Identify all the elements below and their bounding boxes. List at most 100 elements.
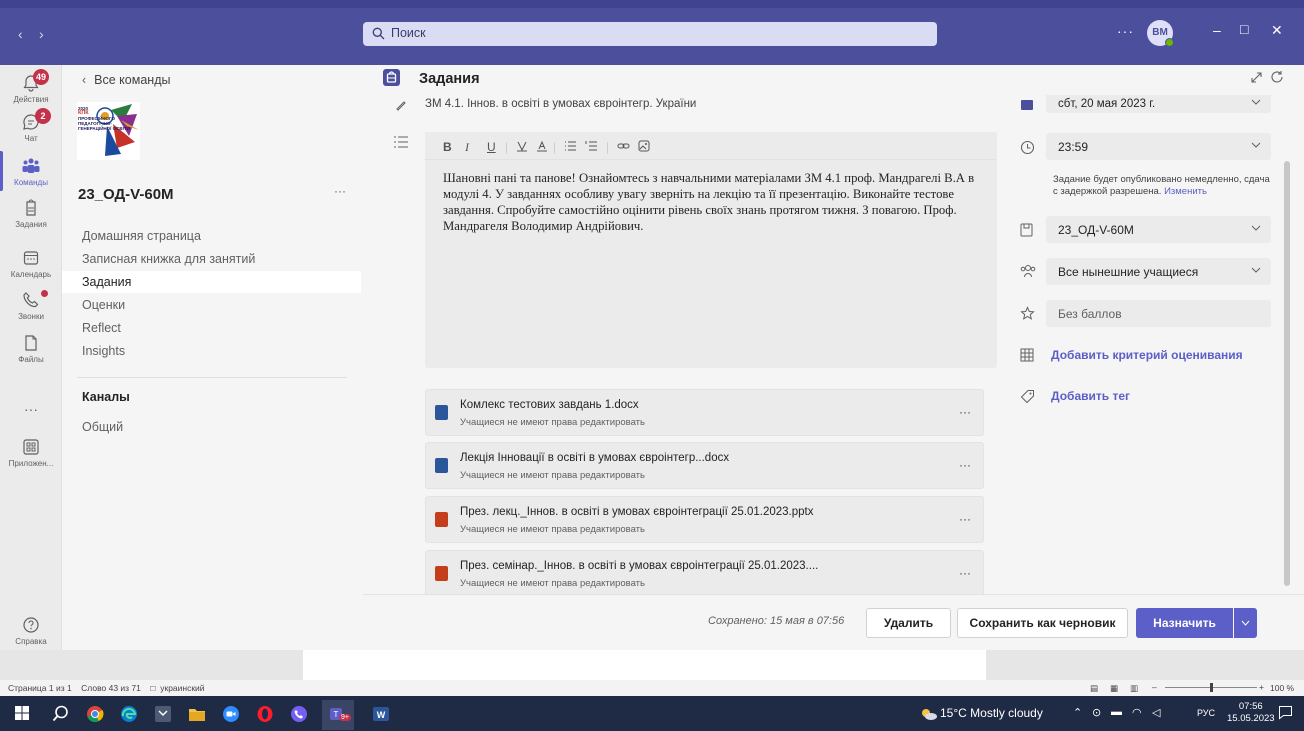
attachment-more-icon[interactable]: ··· (959, 566, 971, 580)
forward-arrow-icon[interactable]: › (39, 26, 44, 42)
team-nav-reflect[interactable]: Reflect (82, 321, 121, 335)
attachment-item[interactable]: През. семінар._Іннов. в освіті в умовах … (425, 550, 984, 594)
assign-button[interactable]: Назначить (1136, 608, 1233, 638)
highlight-icon[interactable] (516, 140, 528, 152)
italic-icon[interactable]: I (465, 140, 469, 155)
rail-item-apps[interactable]: Приложен... (0, 437, 62, 468)
attachment-name: През. лекц._Іннов. в освіті в умовах євр… (460, 506, 814, 518)
attachment-more-icon[interactable]: ··· (959, 512, 971, 526)
language-status[interactable]: украинский (160, 683, 204, 693)
add-rubric-link[interactable]: Добавить критерий оценивания (1051, 348, 1243, 362)
change-link[interactable]: Изменить (1164, 186, 1207, 197)
image-icon[interactable] (638, 140, 650, 152)
close-icon[interactable]: ✕ (1271, 22, 1283, 39)
opera-icon[interactable] (256, 705, 274, 723)
network-icon[interactable]: ⊙ (1092, 706, 1101, 719)
windows-start-icon[interactable] (14, 705, 30, 721)
rail-item-activity[interactable]: 49 Действия (0, 69, 62, 104)
page-count[interactable]: Страница 1 из 1 (8, 683, 72, 693)
maximize-icon[interactable]: □ (1240, 21, 1248, 37)
link-icon[interactable] (617, 140, 630, 152)
team-nav-home[interactable]: Домашняя страница (82, 229, 201, 243)
weather-text[interactable]: 15°C Mostly cloudy (940, 706, 1043, 720)
chrome-icon[interactable] (86, 705, 104, 723)
rail-item-calls[interactable]: Звонки (0, 290, 62, 321)
scrollbar[interactable] (1284, 161, 1290, 586)
more-apps-icon: ··· (24, 401, 38, 417)
web-layout-icon[interactable]: ▥ (1130, 683, 1138, 694)
print-layout-icon[interactable]: ▦ (1110, 683, 1118, 694)
rail-item-help[interactable]: Справка (0, 615, 62, 646)
minimize-icon[interactable]: – (1213, 22, 1221, 38)
weather-icon[interactable] (920, 707, 938, 721)
rail-item-more[interactable]: ··· (0, 401, 62, 417)
apps-icon (23, 439, 39, 455)
zoom-level[interactable]: 100 % (1270, 683, 1294, 693)
points-field[interactable]: Без баллов (1046, 300, 1271, 327)
save-draft-button[interactable]: Сохранить как черновик (957, 608, 1128, 638)
search-icon[interactable] (52, 705, 69, 722)
star-icon (1020, 306, 1035, 321)
zoom-slider-handle[interactable] (1210, 683, 1213, 692)
word-count[interactable]: Слово 43 из 71 (81, 683, 141, 693)
attachment-item[interactable]: През. лекц._Іннов. в освіті в умовах євр… (425, 496, 984, 543)
team-nav-insights[interactable]: Insights (82, 344, 125, 358)
battery-icon[interactable]: ▬ (1111, 706, 1122, 718)
rail-item-teams[interactable]: Команды (0, 156, 62, 187)
read-mode-icon[interactable]: ▤ (1090, 683, 1098, 694)
bullet-list-icon[interactable] (564, 140, 577, 152)
more-options-icon[interactable]: ··· (1117, 23, 1134, 39)
refresh-icon[interactable] (1270, 70, 1284, 84)
rail-item-assignments[interactable]: Задания (0, 198, 62, 229)
clock[interactable]: 07:56 15.05.2023 (1227, 701, 1275, 725)
save-class-icon (1020, 223, 1033, 237)
notification-icon[interactable] (1278, 705, 1293, 720)
numbered-list-icon[interactable] (585, 140, 598, 152)
zoom-out-icon[interactable]: – (1152, 682, 1157, 692)
rail-item-chat[interactable]: 2 Чат (0, 108, 62, 143)
attachment-more-icon[interactable]: ··· (959, 405, 971, 419)
proofing-icon[interactable]: □ (150, 683, 155, 693)
attachment-more-icon[interactable]: ··· (959, 458, 971, 472)
due-time-field[interactable]: 23:59 (1046, 133, 1271, 160)
volume-icon[interactable]: ◁ (1152, 706, 1160, 719)
file-explorer-icon[interactable] (188, 705, 206, 723)
assignment-title-field[interactable]: ЗМ 4.1. Іннов. в освіті в умовах євроінт… (425, 98, 985, 112)
delete-button[interactable]: Удалить (866, 608, 951, 638)
description-editor[interactable]: B I U | | | Шановні пані та панове! Озна… (425, 132, 997, 368)
app-icon[interactable] (154, 705, 172, 723)
bold-icon[interactable]: B (443, 140, 452, 154)
back-arrow-icon[interactable]: ‹ (18, 26, 23, 42)
tray-chevron-icon[interactable]: ⌃ (1073, 706, 1082, 719)
add-tag-link[interactable]: Добавить тег (1051, 389, 1130, 403)
team-nav-grades[interactable]: Оценки (82, 298, 125, 312)
divider (77, 377, 347, 378)
calls-notification-dot (41, 290, 48, 297)
team-more-icon[interactable]: ··· (334, 184, 346, 198)
teams-taskbar-button[interactable]: T 9+ (322, 700, 354, 730)
attachment-item[interactable]: Комлекс тестових завдань 1.docx Учащиеся… (425, 389, 984, 436)
channel-general[interactable]: Общий (82, 420, 123, 434)
font-color-icon[interactable] (536, 140, 548, 152)
search-input[interactable]: Поиск (363, 22, 937, 46)
word-icon[interactable]: W (372, 705, 390, 723)
students-select[interactable]: Все нынешние учащиеся (1046, 258, 1271, 285)
all-teams-link[interactable]: ‹ Все команды (82, 73, 170, 87)
due-date-field[interactable]: сбт, 20 мая 2023 г. (1046, 95, 1271, 113)
expand-icon[interactable] (1250, 71, 1263, 84)
rail-item-calendar[interactable]: Календарь (0, 248, 62, 279)
attachment-item[interactable]: Лекція Інновації в освіті в умовах євроі… (425, 442, 984, 489)
rail-label: Приложен... (8, 459, 54, 468)
underline-icon[interactable]: U (487, 140, 496, 154)
input-language[interactable]: РУС (1197, 708, 1215, 718)
zoom-app-icon[interactable] (222, 705, 240, 723)
assign-dropdown-button[interactable] (1234, 608, 1257, 638)
edge-icon[interactable] (120, 705, 138, 723)
team-nav-assignments[interactable]: Задания (82, 275, 131, 289)
class-select[interactable]: 23_ОД-V-60М (1046, 216, 1271, 243)
team-nav-class-notebook[interactable]: Записная книжка для занятий (82, 252, 255, 266)
rail-item-files[interactable]: Файлы (0, 333, 62, 364)
wifi-icon[interactable]: ◠ (1132, 706, 1142, 719)
zoom-in-icon[interactable]: + (1259, 682, 1264, 692)
viber-icon[interactable] (290, 705, 308, 723)
